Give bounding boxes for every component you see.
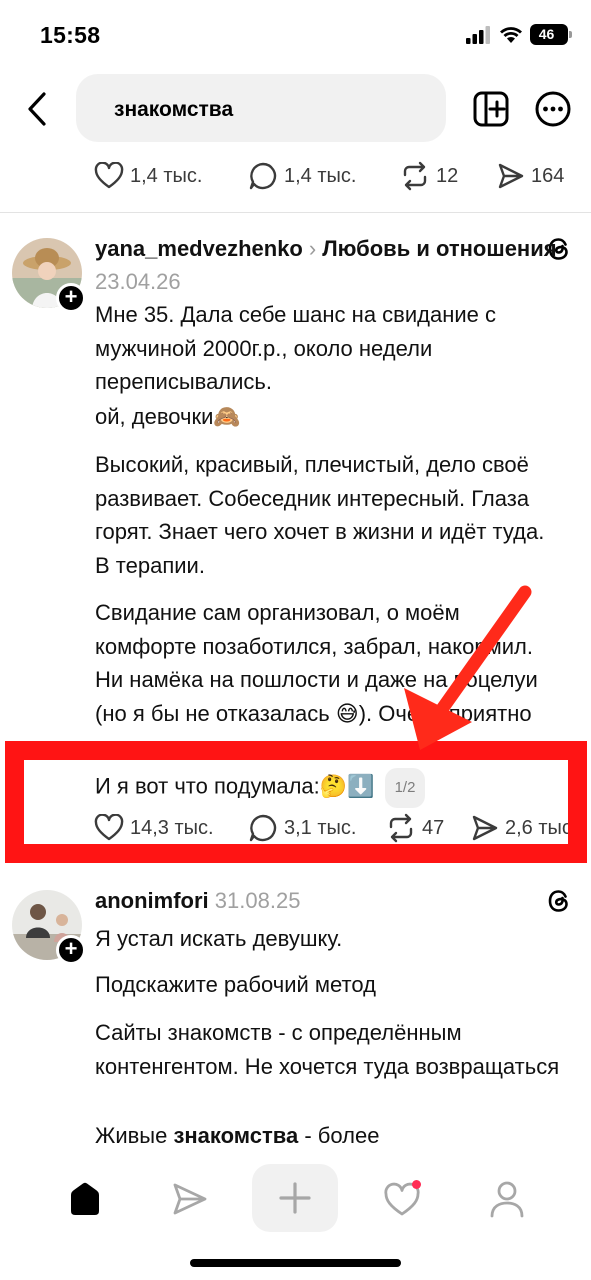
home-icon[interactable] <box>66 1180 104 1218</box>
post-paragraph: Подскажите рабочий метод <box>95 972 376 997</box>
post-text: Живые <box>95 1123 174 1148</box>
follow-plus-icon[interactable]: + <box>56 935 86 965</box>
post-header: anonimfori 31.08.25 <box>95 884 565 917</box>
post-username[interactable]: anonimfori <box>95 888 209 913</box>
send-icon[interactable] <box>172 1181 208 1217</box>
post-paragraph: Сайты знакомств - с определённым контенг… <box>95 1020 560 1079</box>
home-indicator <box>190 1259 401 1267</box>
post-paragraph: Я устал искать девушку. <box>95 926 343 951</box>
plus-icon <box>279 1182 311 1214</box>
post-date: 31.08.25 <box>214 888 301 913</box>
notification-dot <box>412 1180 421 1189</box>
search-match: знакомства <box>173 1123 299 1148</box>
post-text: - более <box>298 1123 380 1148</box>
annotation-arrow <box>404 585 532 750</box>
compose-button[interactable] <box>252 1164 338 1232</box>
profile-icon[interactable] <box>488 1179 526 1219</box>
